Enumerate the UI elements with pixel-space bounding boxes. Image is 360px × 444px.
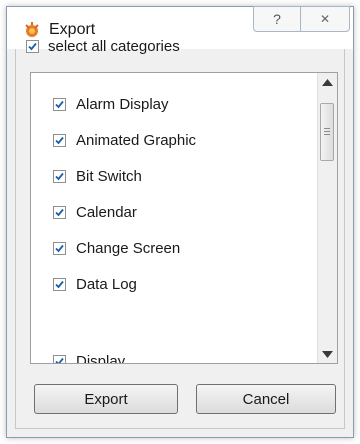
category-checkbox[interactable] [53, 241, 66, 255]
check-icon [55, 357, 64, 363]
category-checkbox[interactable] [53, 277, 66, 291]
category-label: Bit Switch [76, 167, 142, 185]
select-all-checkbox[interactable] [26, 39, 39, 53]
category-checkbox[interactable] [53, 97, 66, 111]
category-label: Calendar [76, 203, 137, 221]
category-label: Animated Graphic [76, 131, 197, 149]
list-scrollbar[interactable] [317, 73, 337, 363]
categories-list[interactable]: Alarm Display Animated Graphic Bit Switc… [30, 72, 338, 364]
help-icon: ? [273, 11, 281, 27]
grip-line [324, 131, 330, 132]
check-icon [55, 100, 64, 108]
category-label: Data Log [76, 275, 137, 293]
list-item[interactable]: Display [53, 350, 126, 364]
list-item[interactable]: Bit Switch [53, 165, 142, 187]
grip-line [324, 134, 330, 135]
help-button[interactable]: ? [253, 6, 301, 32]
category-checkbox[interactable] [53, 169, 66, 183]
export-button[interactable]: Export [34, 384, 178, 414]
select-all-row[interactable]: select all categories [26, 36, 180, 56]
list-item[interactable]: Animated Graphic [53, 129, 196, 151]
export-button-label: Export [84, 390, 128, 408]
category-label: Change Screen [76, 239, 181, 257]
category-checkbox[interactable] [53, 354, 66, 363]
cancel-button-label: Cancel [242, 390, 290, 408]
select-all-label: select all categories [48, 37, 180, 55]
check-icon [55, 136, 64, 144]
check-icon [28, 42, 37, 50]
category-label: Display [76, 352, 126, 364]
list-item[interactable]: Alarm Display [53, 93, 169, 115]
category-label: Alarm Display [76, 95, 169, 113]
cancel-button[interactable]: Cancel [196, 384, 336, 414]
check-icon [55, 172, 64, 180]
list-item[interactable]: Data Log [53, 273, 137, 295]
check-icon [55, 280, 64, 288]
scroll-thumb[interactable] [320, 103, 334, 161]
check-icon [55, 208, 64, 216]
category-checkbox[interactable] [53, 133, 66, 147]
list-item[interactable]: Calendar [53, 201, 137, 223]
grip-line [324, 128, 330, 129]
close-button[interactable]: ✕ [300, 6, 350, 32]
check-icon [55, 244, 64, 252]
close-icon: ✕ [319, 12, 331, 26]
scroll-up-icon[interactable] [322, 79, 333, 86]
scroll-down-icon[interactable] [322, 351, 333, 358]
list-item[interactable]: Change Screen [53, 237, 180, 259]
category-checkbox[interactable] [53, 205, 66, 219]
